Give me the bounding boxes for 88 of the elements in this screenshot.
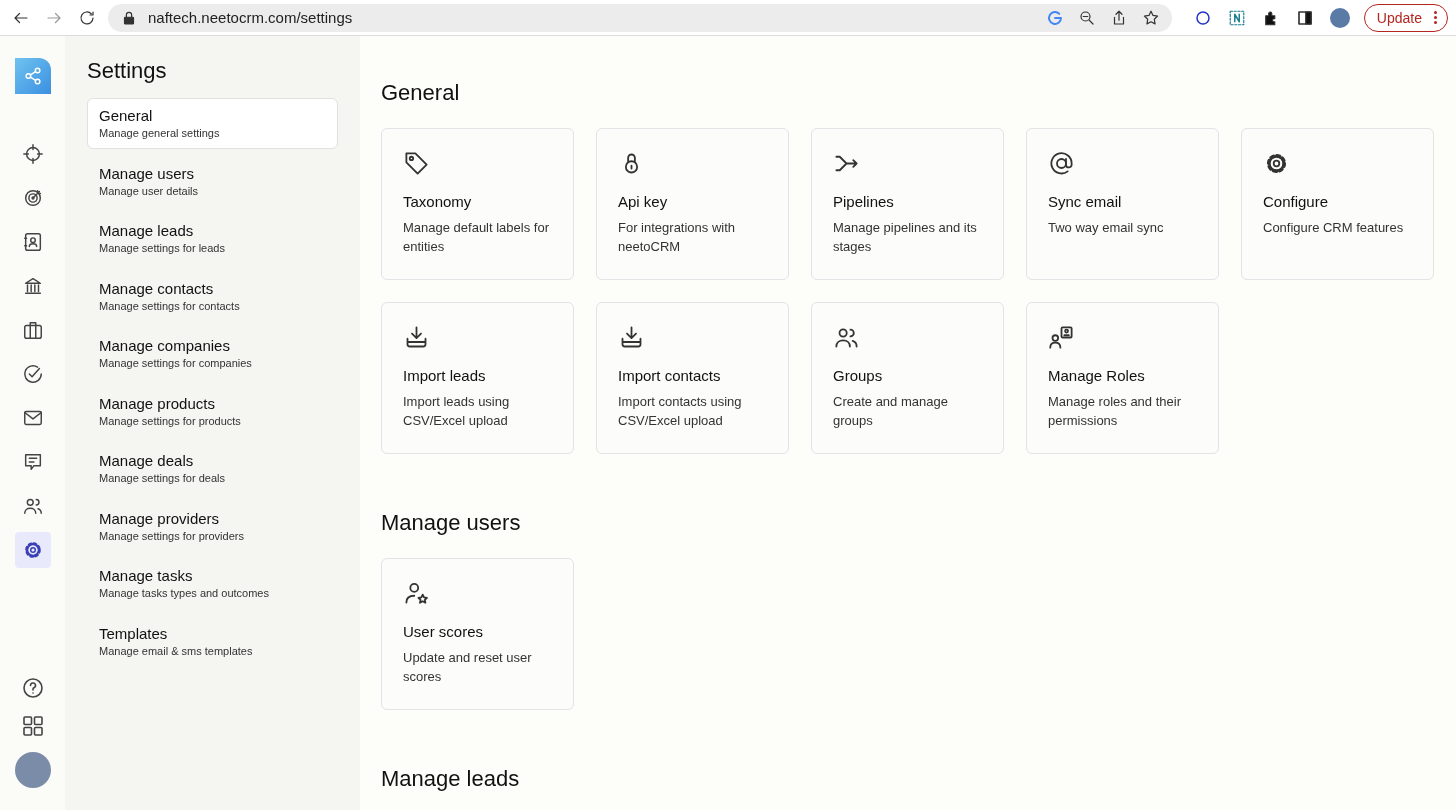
help-icon[interactable] [20, 676, 45, 700]
nav-item-title: Manage companies [99, 337, 231, 354]
settings-nav-item[interactable]: Templates Manage email & sms templates [87, 615, 338, 667]
nav-item-title: Manage products [99, 394, 216, 412]
user-avatar[interactable] [14, 752, 51, 788]
card-description: Update and reset user scores [403, 649, 533, 686]
nav-item-subtitle: Manage settings for products [99, 414, 242, 427]
settings-nav-item[interactable]: Manage leads Manage settings for leads [87, 213, 338, 264]
settings-card[interactable]: Import leads Import leads using CSV/Excel upload [381, 302, 574, 454]
letter-n-icon[interactable] [1227, 8, 1246, 27]
section-heading: Manage leads [381, 766, 521, 792]
card-description: Manage pipelines and its stages [833, 219, 978, 256]
card-title: Api key [618, 193, 669, 210]
settings-nav-item[interactable]: Manage deals Manage settings for deals [87, 443, 338, 494]
nav-item-title: Manage leads [99, 222, 195, 239]
nav-item-subtitle: Manage settings for deals [99, 472, 226, 484]
nav-item-title: Manage users [99, 164, 196, 182]
nav-item-title: Manage tasks [99, 567, 194, 584]
section-heading: Manage users [381, 510, 522, 536]
card-description: Create and manage groups [833, 393, 949, 430]
at-sign-icon [1048, 150, 1075, 177]
zoom-out-icon[interactable] [1077, 8, 1096, 27]
nav-item-subtitle: Manage general settings [99, 127, 221, 139]
settings-card[interactable]: Import contacts Import contacts using CSV/Excel upload [596, 302, 789, 454]
user-card-icon [1048, 324, 1075, 351]
card-title: Import contacts [618, 367, 722, 384]
nav-item-title: Manage contacts [99, 279, 215, 297]
url-text: naftech.neetocrm.com/settings [148, 9, 353, 26]
nav-item-subtitle: Manage settings for providers [99, 529, 245, 542]
settings-card[interactable]: Manage Roles Manage roles and their permissions [1026, 302, 1219, 454]
nav-item[interactable] [14, 532, 51, 568]
nav-item-subtitle: Manage email & sms templates [99, 644, 254, 657]
card-description: Configure CRM features [1263, 219, 1405, 237]
settings-title: Settings [87, 58, 168, 84]
card-description: Import leads using CSV/Excel upload [403, 393, 511, 430]
settings-nav-item[interactable]: Manage companies Manage settings for companies [87, 328, 338, 379]
card-title: Import leads [403, 367, 487, 384]
grid-icon[interactable] [20, 714, 45, 738]
card-description: Import contacts using CSV/Excel upload [618, 393, 743, 430]
briefcase-icon [21, 319, 44, 341]
section-heading: General [381, 80, 461, 106]
nav-item-title: Manage providers [99, 509, 221, 527]
settings-nav-item[interactable]: Manage products Manage settings for products [87, 385, 338, 437]
google-icon[interactable] [1045, 8, 1064, 27]
card-title: Taxonomy [403, 193, 473, 210]
settings-card[interactable]: Taxonomy Manage default labels for entities [381, 128, 574, 280]
card-title: Sync email [1048, 193, 1123, 210]
update-button[interactable]: Update [1363, 3, 1448, 32]
card-description: Two way email sync [1048, 219, 1165, 237]
settings-nav-item[interactable]: Manage tasks Manage tasks types and outcomes [87, 558, 338, 609]
settings-card[interactable]: Groups Create and manage groups [811, 302, 1004, 454]
star-icon[interactable] [1141, 8, 1160, 27]
nav-item-subtitle: Manage settings for companies [99, 357, 253, 369]
settings-card[interactable]: Api key For integrations with neetoCRM [596, 128, 789, 280]
nav-item-subtitle: Manage settings for contacts [99, 299, 241, 312]
settings-card[interactable]: Configure Configure CRM features [1241, 128, 1434, 280]
tag-icon [403, 150, 430, 177]
settings-nav-item[interactable]: Manage users Manage user details [87, 155, 338, 207]
card-title: Groups [833, 367, 884, 384]
address-bar[interactable]: naftech.neetocrm.com/settings [108, 3, 1172, 32]
settings-card[interactable]: Sync email Two way email sync [1026, 128, 1219, 280]
nav-item-subtitle: Manage settings for leads [99, 242, 226, 254]
card-description: Manage roles and their permissions [1048, 393, 1182, 430]
reload-icon[interactable] [78, 8, 96, 27]
contact-card-icon [21, 231, 44, 253]
nav-item-subtitle: Manage tasks types and outcomes [99, 587, 270, 599]
sidebar-icon[interactable] [1295, 8, 1314, 27]
settings-card[interactable]: Pipelines Manage pipelines and its stages [811, 128, 1004, 280]
card-title: Manage Roles [1048, 367, 1146, 384]
user-star-icon [403, 580, 430, 607]
settings-nav-item[interactable]: Manage contacts Manage settings for contacts [87, 270, 338, 322]
nav-item-title: Manage deals [99, 452, 195, 469]
app-logo[interactable] [14, 58, 51, 94]
settings-card[interactable]: User scores Update and reset user scores [381, 558, 574, 710]
nav-item-title: General [99, 107, 154, 124]
card-title: User scores [403, 623, 485, 640]
settings-nav-item[interactable]: Manage providers Manage settings for providers [87, 500, 338, 552]
settings-nav-item[interactable]: General Manage general settings [87, 98, 338, 149]
circle-icon[interactable] [1193, 8, 1212, 27]
card-description: Manage default labels for entities [403, 219, 550, 256]
card-title: Configure [1263, 193, 1330, 210]
nav-item-title: Templates [99, 624, 169, 642]
card-description: For integrations with neetoCRM [618, 219, 737, 256]
card-title: Pipelines [833, 193, 895, 210]
nav-item-subtitle: Manage user details [99, 184, 200, 197]
avatar[interactable] [1329, 7, 1350, 28]
check-circle-icon [21, 363, 44, 385]
crosshair-icon [21, 143, 44, 165]
